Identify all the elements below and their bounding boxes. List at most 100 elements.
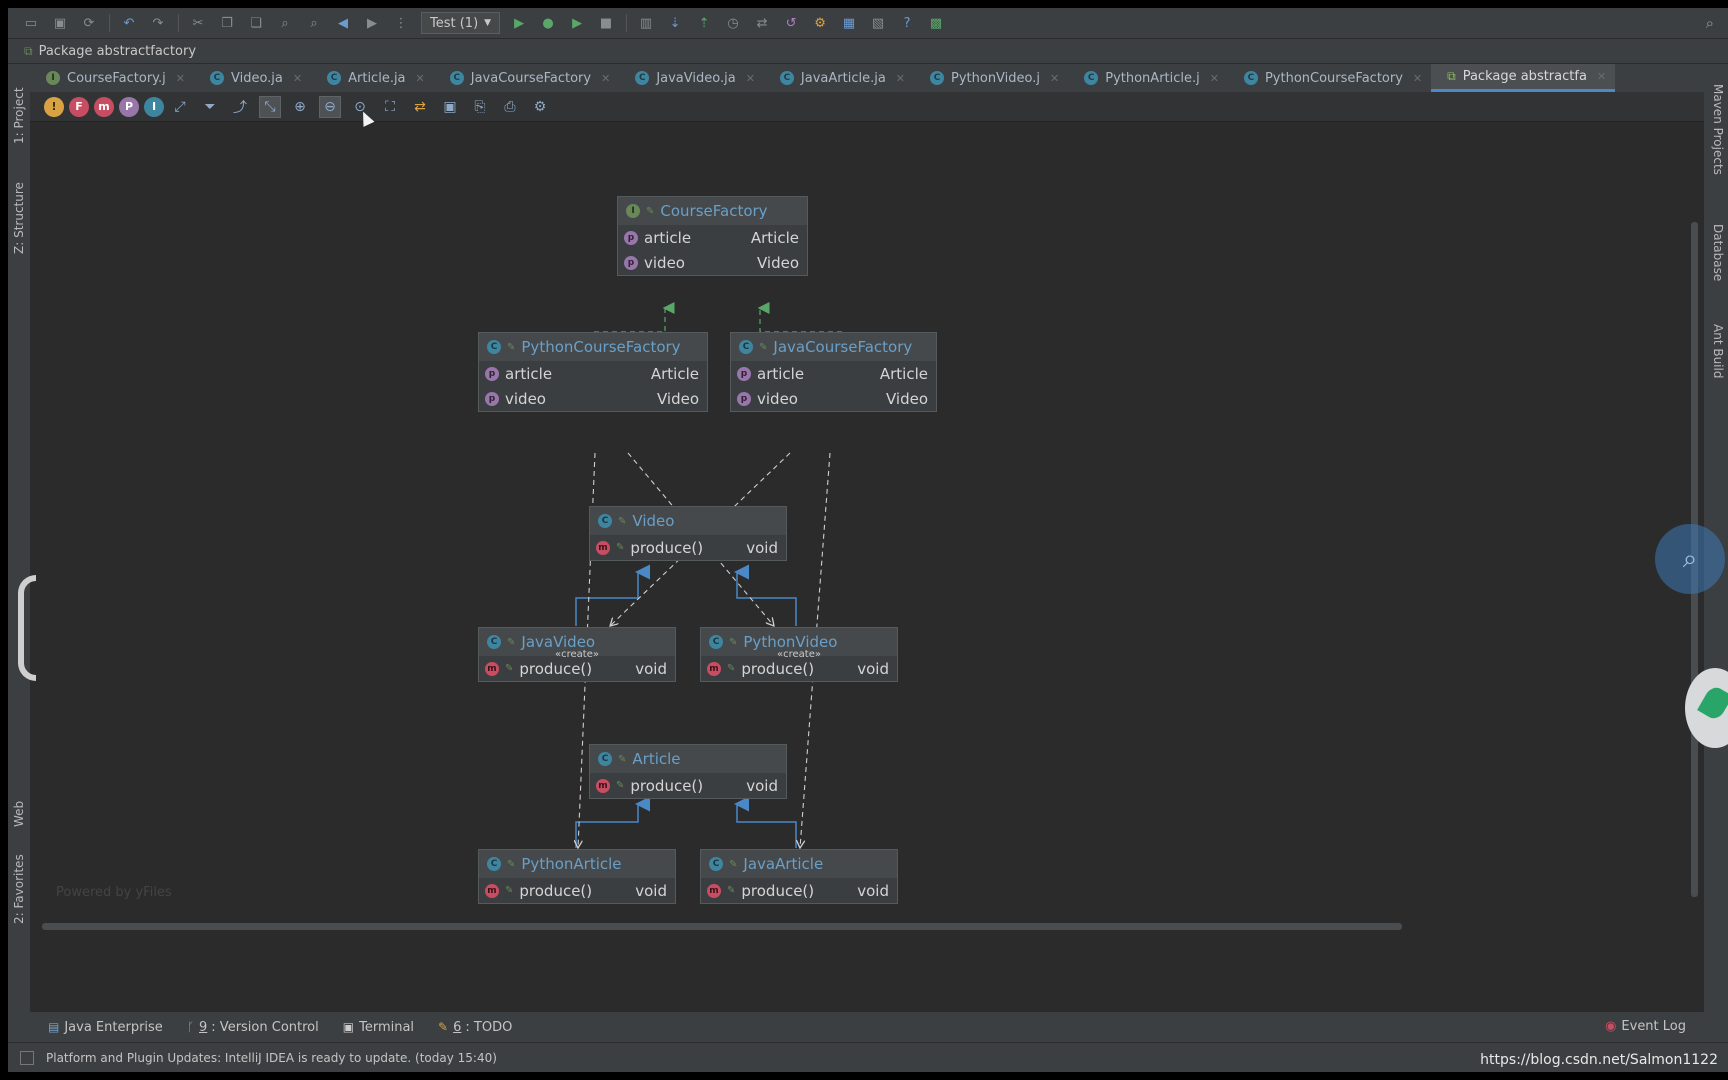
close-icon[interactable]: ✕	[601, 72, 610, 85]
show-fields-filter-icon[interactable]: F	[69, 96, 89, 117]
structure-icon[interactable]: ⋮	[392, 14, 410, 32]
build-icon[interactable]: ▥	[637, 14, 655, 32]
node-header: C ✎ Article	[590, 745, 786, 773]
class-node-pythonarticle[interactable]: C ✎ PythonArticle m ✎ produce() void	[478, 849, 676, 904]
export-icon[interactable]: ⤴	[229, 96, 251, 118]
method-name: produce()	[630, 538, 704, 557]
close-icon[interactable]: ✕	[1050, 72, 1059, 85]
settings-icon[interactable]: ⚙	[529, 96, 551, 118]
vcs-compare-icon[interactable]: ⇄	[753, 14, 771, 32]
breadcrumb[interactable]: ⧉ Package abstractfactory	[8, 39, 1728, 63]
extends-edge	[575, 796, 650, 848]
run-icon[interactable]: ▶	[510, 14, 528, 32]
copy-icon[interactable]: ❐	[218, 14, 236, 32]
tab-pythoncoursefactory[interactable]: C PythonCourseFactory ✕	[1228, 64, 1431, 92]
open-icon[interactable]: ▭	[22, 14, 40, 32]
database-tool-button[interactable]: Database	[1707, 224, 1725, 304]
class-node-javaarticle[interactable]: C ✎ JavaArticle m ✎ produce() void	[700, 849, 898, 904]
stop-icon[interactable]: ■	[597, 14, 615, 32]
filter-icon[interactable]: ⏷	[199, 96, 221, 118]
tab-coursefactory[interactable]: I CourseFactory.j ✕	[30, 64, 194, 92]
terminal-tool-button[interactable]: ▣ Terminal	[343, 1020, 414, 1035]
class-node-pythoncoursefactory[interactable]: C ✎ PythonCourseFactory p article Article pv…	[478, 332, 708, 412]
sdk-icon[interactable]: ▧	[869, 14, 887, 32]
redo-icon[interactable]: ↷	[149, 14, 167, 32]
export-file-icon[interactable]: ⎘	[469, 96, 491, 118]
class-node-article[interactable]: C ✎ Article m ✎ produce() void	[589, 744, 787, 799]
status-message[interactable]: Platform and Plugin Updates: IntelliJ ID…	[46, 1051, 497, 1065]
help-icon[interactable]: ?	[898, 14, 916, 32]
tab-javavideo[interactable]: C JavaVideo.ja ✕	[619, 64, 764, 92]
horizontal-scrollbar[interactable]	[42, 923, 1402, 930]
close-icon[interactable]: ✕	[1597, 70, 1606, 83]
tab-label: JavaVideo.ja	[656, 70, 736, 86]
tab-javacoursefactory[interactable]: C JavaCourseFactory ✕	[434, 64, 620, 92]
class-node-video[interactable]: C ✎ Video m ✎ produce() void	[589, 506, 787, 561]
event-log-button[interactable]: ◉ Event Log	[1605, 1019, 1686, 1034]
tab-article[interactable]: C Article.ja ✕	[311, 64, 434, 92]
close-icon[interactable]: ✕	[293, 72, 302, 85]
close-icon[interactable]: ✕	[176, 72, 185, 85]
show-methods-filter-icon[interactable]: m	[94, 96, 114, 117]
tab-pythonarticle[interactable]: C PythonArticle.j ✕	[1068, 64, 1228, 92]
favorites-tool-button[interactable]: 2: Favorites	[10, 839, 28, 924]
settings-icon[interactable]: ⚙	[811, 14, 829, 32]
fit-content-icon[interactable]: ⛶	[379, 96, 401, 118]
structure-tool-button[interactable]: Z: Structure	[10, 159, 28, 254]
show-warnings-filter-icon[interactable]: !	[44, 96, 64, 117]
save-icon[interactable]: ▣	[51, 14, 69, 32]
forward-icon[interactable]: ▶	[363, 14, 381, 32]
diagram-canvas[interactable]: I ✎ CourseFactory p article Article p video Vi…	[30, 122, 1704, 1012]
close-icon[interactable]: ✕	[896, 72, 905, 85]
find-icon[interactable]: ⌕	[276, 14, 294, 32]
web-tool-button[interactable]: Web	[10, 772, 28, 827]
vcs-commit-icon[interactable]: ⇡	[695, 14, 713, 32]
class-node-javavideo[interactable]: C ✎ JavaVideo «create» m ✎ produce() void	[478, 627, 676, 682]
class-node-javacoursefactory[interactable]: C ✎ JavaCourseFactory p article Article p vid…	[730, 332, 937, 412]
project-structure-icon[interactable]: ▦	[840, 14, 858, 32]
show-edges-icon[interactable]: ⤡	[259, 95, 281, 118]
save-icon[interactable]: ▣	[439, 96, 461, 118]
tab-javaarticle[interactable]: C JavaArticle.ja ✕	[764, 64, 914, 92]
class-node-coursefactory[interactable]: I ✎ CourseFactory p article Article p video Vi…	[617, 196, 808, 276]
class-node-pythonvideo[interactable]: C ✎ PythonVideo «create» m ✎ produce() void	[700, 627, 898, 682]
replace-icon[interactable]: ⌕	[305, 14, 323, 32]
search-icon[interactable]: ⌕	[1706, 14, 1714, 32]
toggle-tool-windows-icon[interactable]	[20, 1050, 34, 1065]
plugin-icon[interactable]: ▩	[927, 14, 945, 32]
zoom-out-icon[interactable]: ⊖	[319, 95, 341, 118]
close-icon[interactable]: ✕	[1413, 72, 1422, 85]
undo-icon[interactable]: ↶	[120, 14, 138, 32]
java-enterprise-tool-button[interactable]: ▤ Java Enterprise	[48, 1020, 163, 1035]
todo-tool-button[interactable]: ✎ 6: TODO	[438, 1020, 512, 1035]
ant-build-tool-button[interactable]: Ant Build	[1707, 324, 1725, 399]
visibility-icon: ✎	[505, 663, 514, 674]
version-control-tool-button[interactable]: ᚴ9: Version Control	[187, 1020, 319, 1035]
apply-layout-icon[interactable]: ⇄	[409, 96, 431, 118]
revert-icon[interactable]: ↺	[782, 14, 800, 32]
coverage-icon[interactable]: ▶	[568, 14, 586, 32]
print-icon[interactable]: ⎙	[499, 96, 521, 118]
close-icon[interactable]: ✕	[746, 72, 755, 85]
layout-icon[interactable]: ⤢	[169, 96, 191, 118]
sync-icon[interactable]: ⟳	[80, 14, 98, 32]
close-icon[interactable]: ✕	[1210, 72, 1219, 85]
close-icon[interactable]: ✕	[416, 72, 425, 85]
show-properties-filter-icon[interactable]: P	[119, 96, 139, 117]
vcs-history-icon[interactable]: ◷	[724, 14, 742, 32]
tab-package-diagram[interactable]: ⧉ Package abstractfa ✕	[1431, 64, 1616, 92]
show-inner-classes-filter-icon[interactable]: I	[144, 96, 164, 117]
floating-search-icon[interactable]: ⌕	[1655, 524, 1725, 594]
debug-icon[interactable]: ●	[539, 14, 557, 32]
vcs-update-icon[interactable]: ⇣	[666, 14, 684, 32]
back-icon[interactable]: ◀	[334, 14, 352, 32]
run-config-select[interactable]: Test (1) ▼	[421, 12, 501, 34]
zoom-in-icon[interactable]: ⊕	[289, 96, 311, 118]
tab-pythonvideo[interactable]: C PythonVideo.j ✕	[914, 64, 1068, 92]
method-row: m ✎ produce() void	[590, 773, 786, 798]
maven-tool-button[interactable]: Maven Projects	[1707, 84, 1725, 194]
paste-icon[interactable]: ❏	[247, 14, 265, 32]
project-tool-button[interactable]: 1: Project	[10, 74, 28, 144]
cut-icon[interactable]: ✂	[189, 14, 207, 32]
tab-video[interactable]: C Video.ja ✕	[194, 64, 311, 92]
